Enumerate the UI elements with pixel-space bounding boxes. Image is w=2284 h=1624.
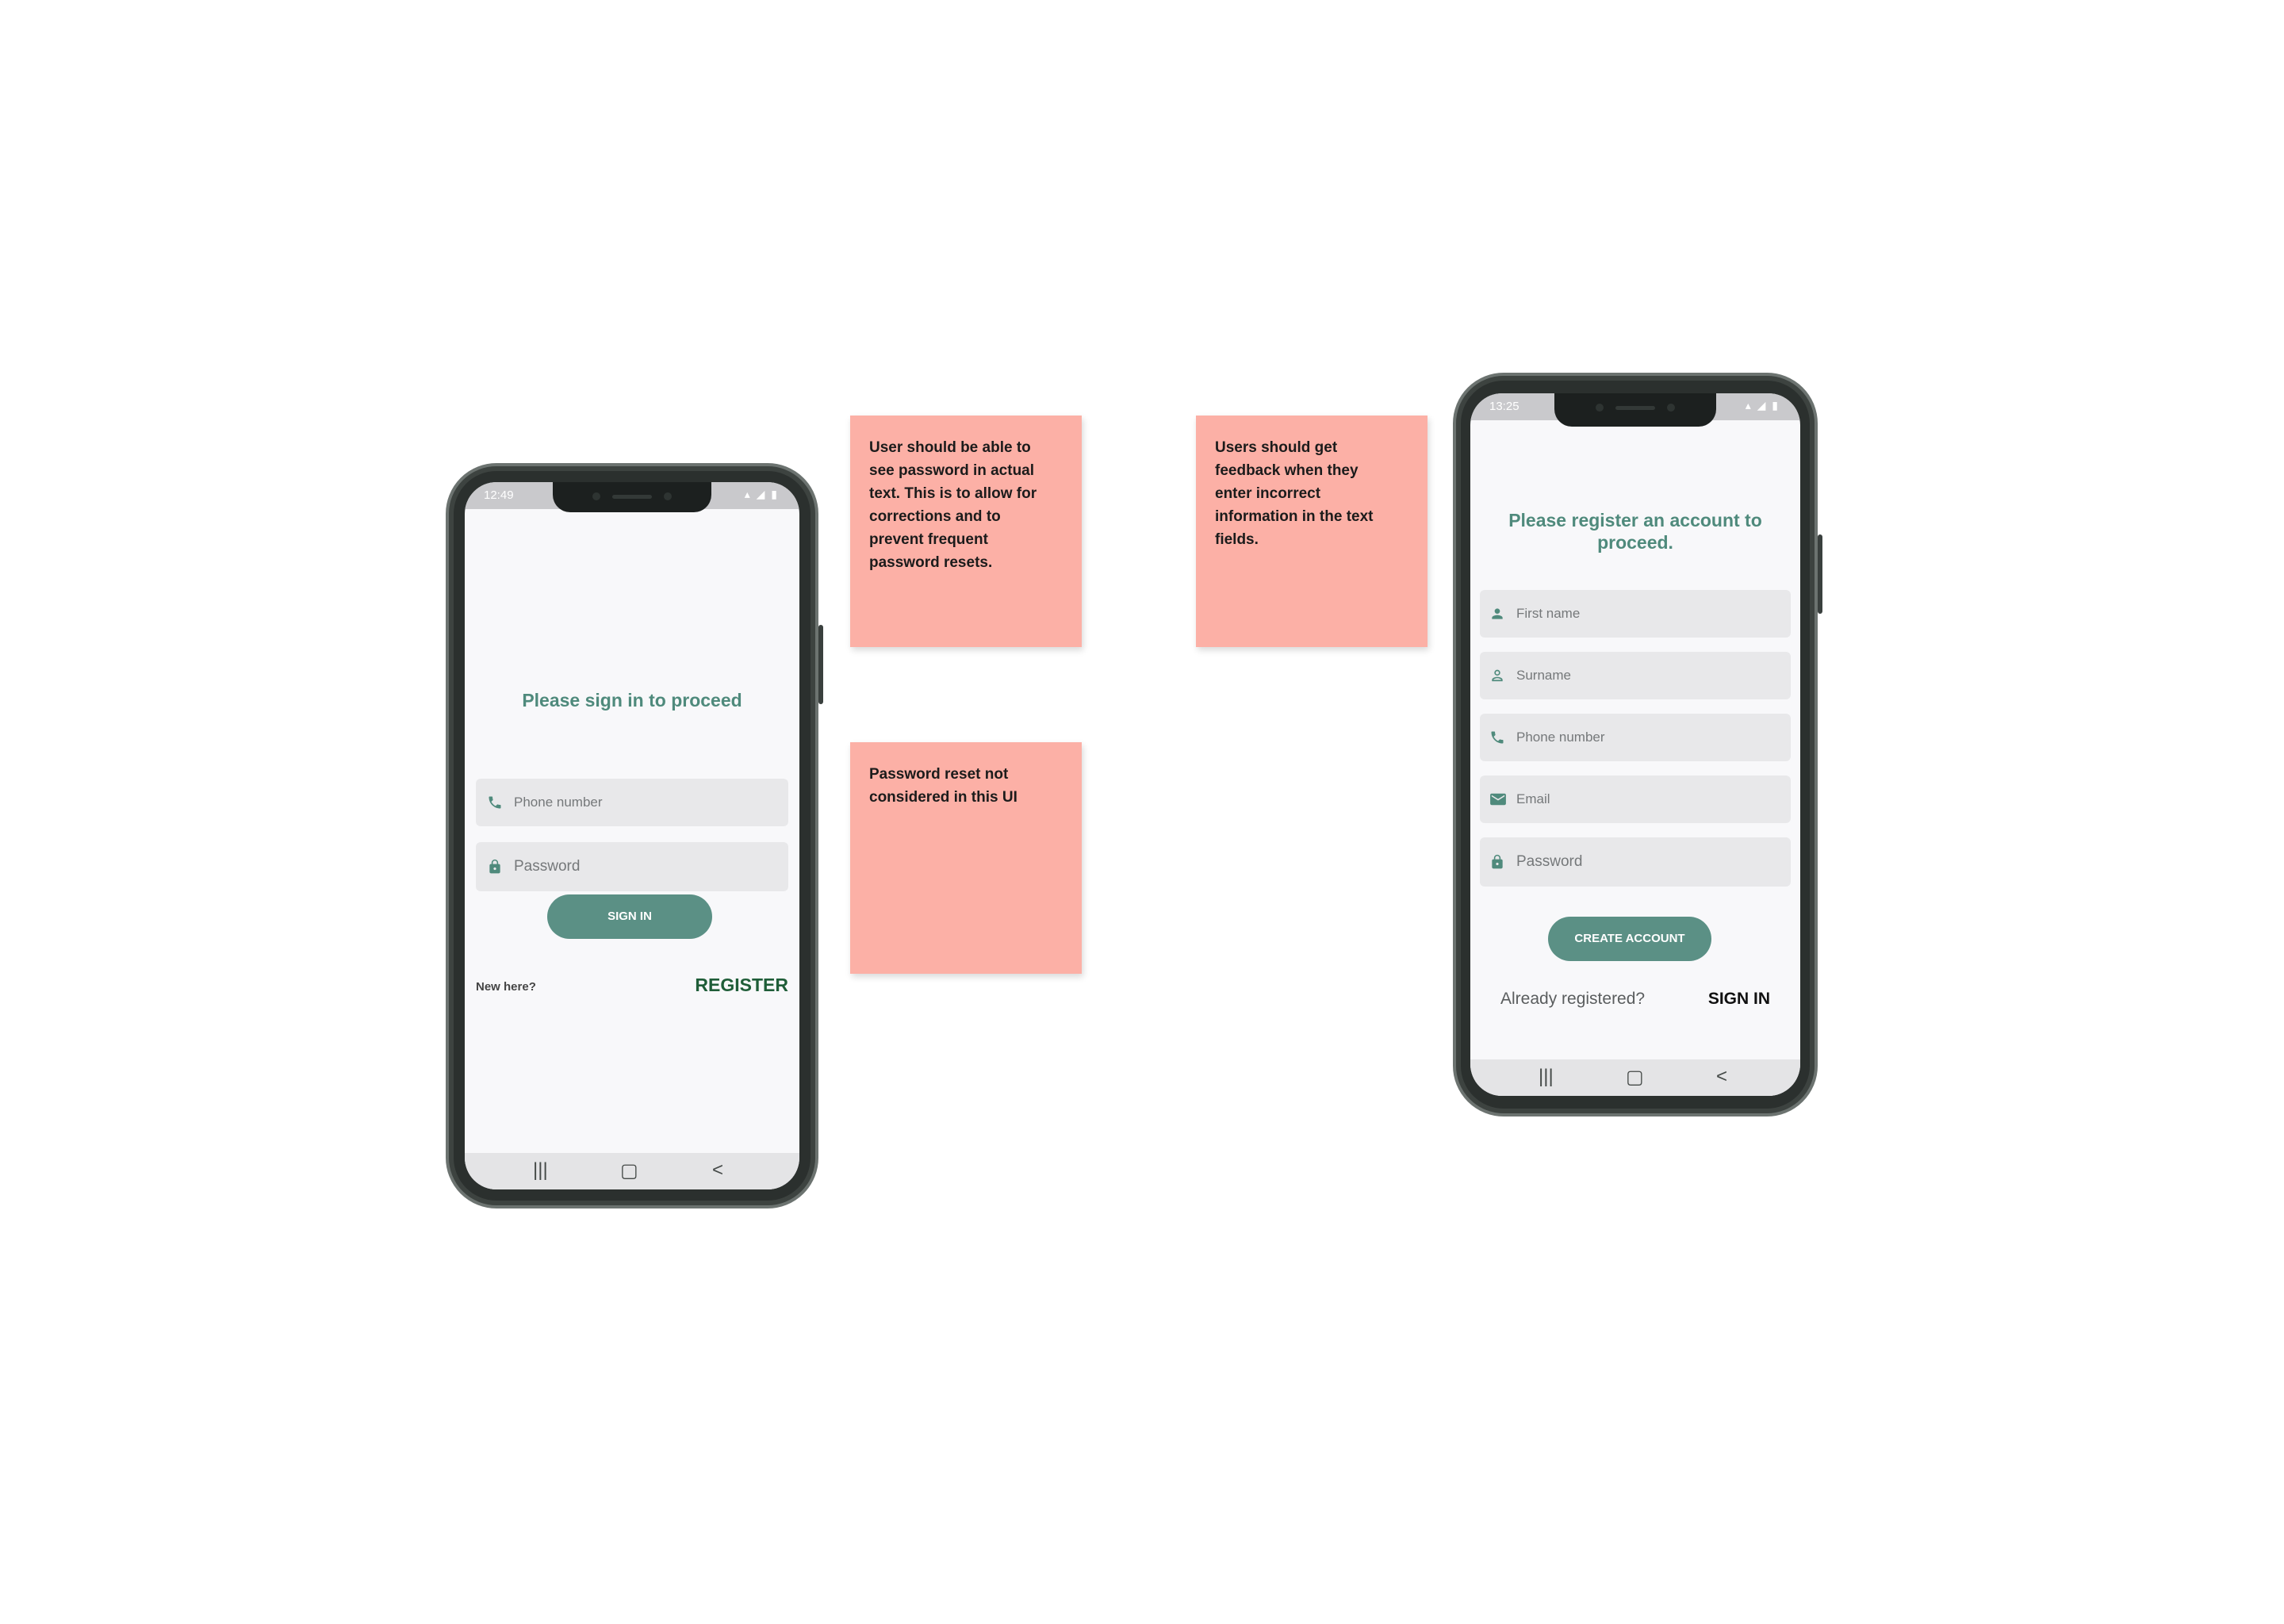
recent-apps-icon[interactable]: |||: [1539, 1066, 1554, 1088]
page-title: Please register an account to proceed.: [1508, 510, 1762, 553]
signin-screen: 12:49 ▴ ◢ ▮ Please sign in to proceed Ph…: [465, 482, 799, 1189]
note-password-reset: Password reset not considered in this UI: [850, 742, 1082, 974]
camera-notch: [553, 482, 711, 512]
phone-number-field[interactable]: Phone number: [476, 779, 788, 826]
page-title: Please sign in to proceed: [522, 690, 742, 710]
password-placeholder: Password: [514, 858, 581, 875]
register-link[interactable]: REGISTER: [695, 975, 788, 996]
surname-field[interactable]: Surname: [1480, 652, 1791, 699]
note-text: User should be able to see password in a…: [869, 439, 1037, 571]
camera-notch: [1554, 393, 1716, 427]
recent-apps-icon[interactable]: |||: [533, 1159, 548, 1182]
first-name-placeholder: First name: [1516, 606, 1581, 621]
note-text: Password reset not considered in this UI: [869, 766, 1017, 806]
phone-icon: [489, 796, 501, 809]
register-phone-frame: 13:25 ▴ ◢ ▮ Please register an account t…: [1453, 373, 1822, 1116]
email-field[interactable]: Email: [1480, 776, 1791, 823]
home-icon[interactable]: ▢: [620, 1159, 638, 1182]
status-time: 13:25: [1489, 400, 1519, 413]
lock-icon: [489, 859, 500, 874]
note-text: Users should get feedback when they ente…: [1215, 439, 1374, 548]
lock-icon: [1492, 854, 1503, 869]
sensor-icon: [1667, 404, 1675, 412]
system-nav-bar: ||| ▢ <: [1470, 1059, 1800, 1096]
speaker-grille: [1615, 406, 1655, 410]
email-placeholder: Email: [1516, 791, 1550, 806]
register-screen: 13:25 ▴ ◢ ▮ Please register an account t…: [1470, 393, 1800, 1096]
phone-number-placeholder: Phone number: [514, 795, 603, 810]
system-nav-bar: ||| ▢ <: [465, 1153, 799, 1189]
power-button: [1818, 534, 1822, 614]
person-icon: [1492, 608, 1503, 619]
note-password-visibility: User should be able to see password in a…: [850, 416, 1082, 647]
password-field[interactable]: Password: [1480, 837, 1791, 887]
status-icons: ▴ ◢ ▮: [744, 488, 779, 500]
home-icon[interactable]: ▢: [1626, 1066, 1644, 1089]
sensor-icon: [664, 492, 672, 500]
phone-number-placeholder: Phone number: [1516, 730, 1605, 745]
new-here-label: New here?: [476, 980, 536, 994]
back-icon[interactable]: <: [712, 1159, 723, 1182]
status-icons: ▴ ◢ ▮: [1745, 399, 1780, 412]
phone-number-field[interactable]: Phone number: [1480, 714, 1791, 761]
create-account-button[interactable]: CREATE ACCOUNT: [1548, 917, 1711, 961]
email-icon: [1490, 793, 1506, 806]
first-name-field[interactable]: First name: [1480, 590, 1791, 638]
back-icon[interactable]: <: [1716, 1066, 1727, 1088]
camera-icon: [592, 492, 600, 500]
surname-placeholder: Surname: [1516, 668, 1571, 683]
password-field[interactable]: Password: [476, 842, 788, 891]
phone-icon: [1491, 731, 1504, 744]
signin-button[interactable]: SIGN IN: [547, 894, 712, 939]
status-time: 12:49: [484, 488, 514, 502]
speaker-grille: [612, 495, 652, 499]
note-input-feedback: Users should get feedback when they ente…: [1196, 416, 1428, 647]
already-registered-label: Already registered?: [1500, 990, 1646, 1008]
signin-link[interactable]: SIGN IN: [1708, 990, 1770, 1009]
power-button: [818, 625, 823, 704]
signin-phone-frame: 12:49 ▴ ◢ ▮ Please sign in to proceed Ph…: [446, 463, 823, 1208]
camera-icon: [1596, 404, 1604, 412]
person-outline-icon: [1492, 669, 1503, 682]
password-placeholder: Password: [1516, 853, 1583, 870]
